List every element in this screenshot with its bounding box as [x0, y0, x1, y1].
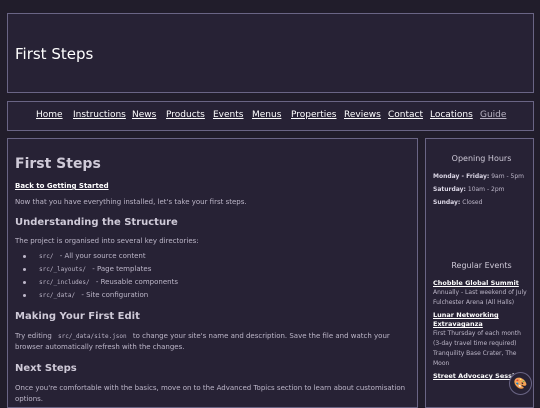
regular-events-title: Regular Events [451, 261, 512, 270]
sidebar: Opening Hours Monday - Friday: 9am - 5pm… [425, 138, 534, 408]
nav-reviews[interactable]: Reviews [344, 110, 381, 120]
opening-hours-title: Opening Hours [451, 154, 512, 163]
nav-contact[interactable]: Contact [388, 110, 423, 120]
heading-structure: Understanding the Structure [15, 217, 178, 228]
hours-day: Monday - Friday: [433, 173, 490, 180]
main-nav: Home Instructions News Products Events M… [7, 101, 534, 131]
event-where: Tranquility Base Crater, The Moon [433, 350, 517, 367]
dir-desc: - Reusable components [95, 278, 178, 286]
nav-home[interactable]: Home [36, 110, 63, 120]
back-link[interactable]: Back to Getting Started [15, 182, 410, 190]
main-content: First Steps Back to Getting Started Now … [7, 138, 418, 408]
dir-code: src/_layouts/ [39, 266, 86, 273]
dir-code: src/_includes/ [39, 279, 90, 286]
event-where: Fulchester Arena (All Halls) [433, 299, 515, 306]
site-header: First Steps [7, 13, 534, 93]
intro-text: Now that you have everything installed, … [15, 198, 247, 206]
dir-code: src/_data/ [39, 292, 76, 299]
event-title[interactable]: Chobble Global Summit [433, 279, 530, 288]
hours-list: Monday - Friday: 9am - 5pm Saturday: 10a… [433, 172, 530, 208]
nav-guide[interactable]: Guide [480, 110, 506, 120]
event-title[interactable]: Lunar Networking Extravaganza [433, 311, 530, 329]
page-title: First Steps [15, 156, 101, 172]
nav-locations[interactable]: Locations [430, 110, 473, 120]
event-when: Annually - Last weekend of July [433, 289, 527, 296]
dir-code: src/ [39, 253, 54, 260]
hours-row: Sunday: Closed [433, 198, 530, 208]
event-item: Chobble Global Summit Annually - Last we… [433, 279, 530, 308]
list-item: src/_layouts/ - Page templates [15, 265, 410, 278]
site-json-code: src/_data/site.json [58, 333, 127, 340]
nav-properties[interactable]: Properties [291, 110, 336, 120]
hours-row: Saturday: 10am - 2pm [433, 185, 530, 195]
dir-desc: - Page templates [92, 265, 152, 273]
theme-toggle-button[interactable]: 🎨 [509, 372, 532, 395]
first-edit-text: Try editing src/_data/site.json to chang… [15, 331, 410, 353]
list-item: src/_data/ - Site configuration [15, 291, 410, 304]
structure-text: The project is organised into several ke… [15, 237, 199, 245]
dir-desc: - Site configuration [81, 291, 149, 299]
dir-desc: - All your source content [59, 252, 146, 260]
hours-time: 9am - 5pm [491, 173, 525, 180]
heading-first-edit: Making Your First Edit [15, 311, 140, 322]
nav-events[interactable]: Events [213, 110, 243, 120]
palette-icon: 🎨 [513, 377, 528, 390]
hours-day: Saturday: [433, 186, 466, 193]
heading-next-steps: Next Steps [15, 363, 77, 374]
site-title: First Steps [15, 45, 94, 63]
hours-time: Closed [462, 199, 483, 206]
event-when: First Thursday of each month (3-day trav… [433, 330, 521, 347]
list-item: src/_includes/ - Reusable components [15, 278, 410, 291]
events-list: Chobble Global Summit Annually - Last we… [433, 279, 530, 381]
nav-products[interactable]: Products [166, 110, 205, 120]
directory-list: src/ - All your source content src/_layo… [15, 252, 410, 304]
hours-time: 10am - 2pm [467, 186, 505, 193]
next-steps-text: Once you're comfortable with the basics,… [15, 384, 406, 403]
list-item: src/ - All your source content [15, 252, 410, 265]
nav-news[interactable]: News [132, 110, 156, 120]
event-item: Lunar Networking Extravaganza First Thur… [433, 311, 530, 369]
hours-day: Sunday: [433, 199, 461, 206]
first-edit-text-before: Try editing [15, 332, 52, 340]
hours-row: Monday - Friday: 9am - 5pm [433, 172, 530, 182]
nav-instructions[interactable]: Instructions [73, 110, 126, 120]
nav-menus[interactable]: Menus [252, 110, 281, 120]
